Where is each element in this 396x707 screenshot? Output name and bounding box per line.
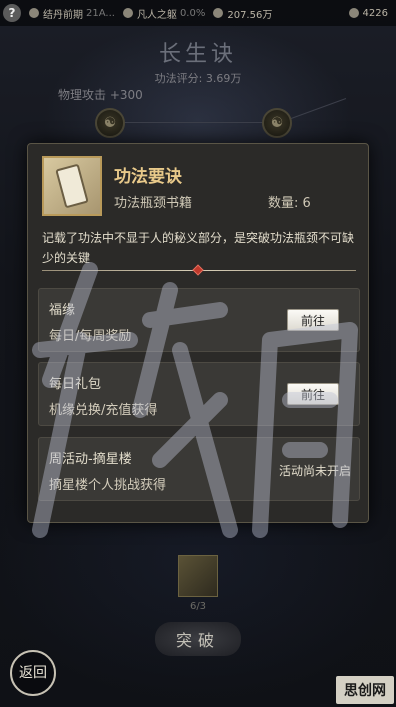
site-watermark: 思创网 <box>336 676 394 704</box>
spirit-stone-stat: 207.56万 <box>213 6 272 21</box>
spirit-stone-value: 207.56万 <box>227 9 273 21</box>
gold-stat: 4226 <box>348 7 388 19</box>
item-type: 功法瓶颈书籍 <box>114 196 193 211</box>
event-status: 活动尚未开启 <box>278 464 351 478</box>
source-title: 福缘 <box>49 303 76 318</box>
page-title: 长生诀 <box>158 42 237 67</box>
source-row: 福缘 每日/每周奖励 前往 <box>38 288 360 352</box>
item-name: 功法要诀 <box>114 167 182 187</box>
source-desc: 机缘兑换/充值获得 <box>49 403 158 418</box>
source-desc: 每日/每周奖励 <box>49 329 132 344</box>
top-status-bar: ? 结丹前期 21A... 凡人之躯 0.0% 207.56万 4226 <box>0 0 396 26</box>
goto-button[interactable]: 前往 <box>287 309 339 331</box>
source-desc: 摘星楼个人挑战获得 <box>49 478 167 493</box>
skill-node-icon[interactable]: ☯ <box>95 108 125 138</box>
goto-button[interactable]: 前往 <box>287 383 339 405</box>
scroll-icon <box>55 163 89 209</box>
breakthrough-progress: 6/3 <box>189 601 207 612</box>
realm-stat: 结丹前期 21A... <box>29 6 115 21</box>
body-value: 0.0% <box>179 7 206 19</box>
gold-value: 4226 <box>362 7 388 19</box>
spirit-stone-icon <box>213 8 224 18</box>
breakthrough-button[interactable]: 突破 <box>155 622 241 656</box>
scroll-item-icon <box>42 156 102 216</box>
source-row: 每日礼包 机缘兑换/充值获得 前往 <box>38 362 360 426</box>
breakthrough-item-icon[interactable] <box>178 555 218 597</box>
body-stat: 凡人之躯 0.0% <box>122 6 206 21</box>
source-title: 每日礼包 <box>49 377 102 392</box>
help-button[interactable]: ? <box>3 4 21 22</box>
skill-node-icon[interactable]: ☯ <box>262 108 292 138</box>
item-quantity: 数量: 6 <box>268 196 311 211</box>
realm-icon <box>29 8 39 18</box>
attack-bonus: 物理攻击 +300 <box>58 88 143 102</box>
technique-score: 功法评分: 3.69万 <box>154 72 242 85</box>
source-title: 周活动-摘星楼 <box>49 452 132 467</box>
tree-line <box>115 122 265 123</box>
back-button[interactable]: 返回 <box>10 650 56 696</box>
item-info-modal: 功法要诀 功法瓶颈书籍 数量: 6 记载了功法中不显于人的秘义部分，是突破功法瓶… <box>27 143 369 523</box>
realm-label: 结丹前期 <box>43 9 83 21</box>
body-icon <box>122 8 133 18</box>
source-row: 周活动-摘星楼 摘星楼个人挑战获得 活动尚未开启 <box>38 437 360 501</box>
body-label: 凡人之躯 <box>136 9 177 21</box>
gold-icon <box>348 8 359 18</box>
item-description: 记载了功法中不显于人的秘义部分，是突破功法瓶颈不可缺少的关键 <box>42 231 355 265</box>
realm-sub: 21A... <box>86 7 115 19</box>
